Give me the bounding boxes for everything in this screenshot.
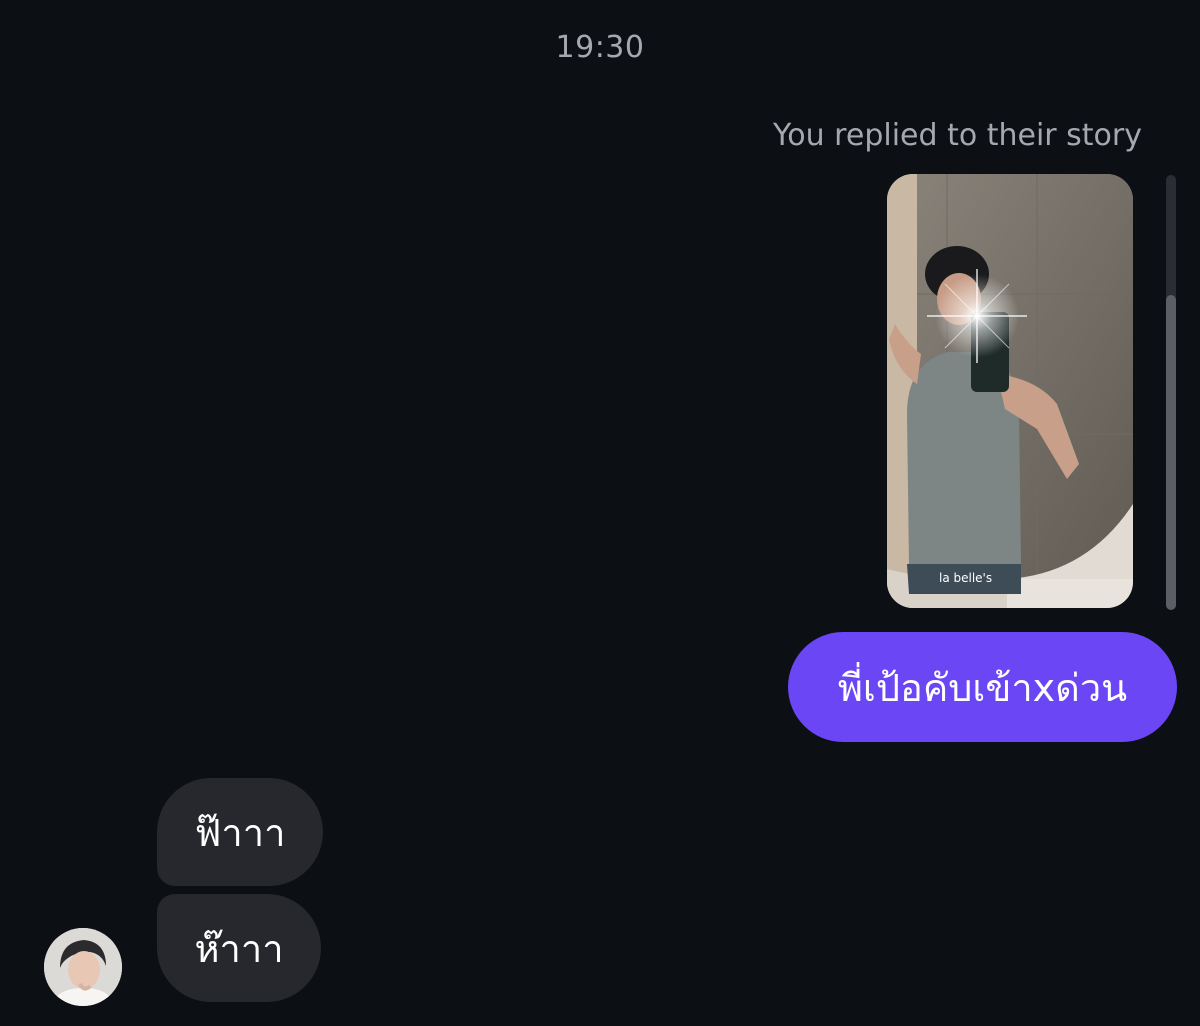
- contact-avatar[interactable]: [44, 928, 122, 1006]
- outgoing-message-bubble[interactable]: พี่เป้อคับเข้าxด่วน: [788, 632, 1177, 742]
- incoming-message-bubble[interactable]: ฟ๊าาา: [157, 778, 323, 886]
- avatar-icon: [44, 928, 122, 1006]
- incoming-message-bubble[interactable]: ห๊าาา: [157, 894, 321, 1002]
- story-photo-icon: la belle's: [887, 174, 1133, 608]
- story-thumbnail[interactable]: la belle's: [887, 174, 1133, 608]
- scrollbar[interactable]: [1166, 175, 1176, 610]
- message-timestamp: 19:30: [555, 30, 645, 65]
- story-caption: la belle's: [939, 571, 992, 585]
- story-reply-label: You replied to their story: [772, 118, 1142, 153]
- scrollbar-thumb[interactable]: [1166, 295, 1176, 610]
